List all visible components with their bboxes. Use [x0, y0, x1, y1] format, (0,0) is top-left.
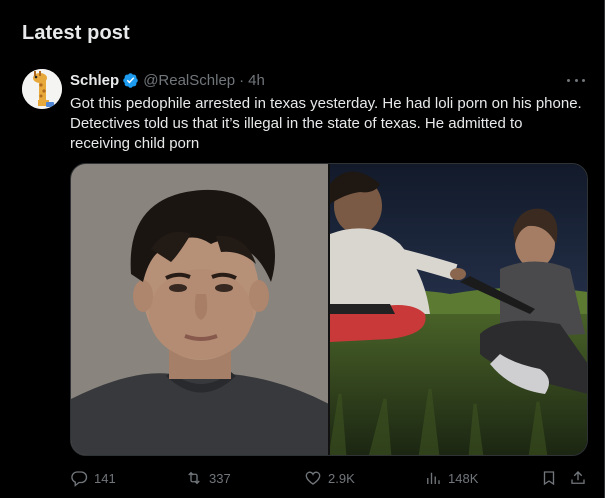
avatar[interactable] — [22, 69, 62, 109]
separator-dot: · — [239, 72, 245, 89]
avatar-giraffe-icon — [22, 69, 62, 109]
post-header: Schlep @RealSchlep · 4h — [70, 72, 265, 89]
section-title: Latest post — [22, 22, 130, 44]
reply-count: 141 — [94, 470, 116, 486]
mugshot-photo[interactable] — [71, 164, 328, 455]
more-options-icon[interactable] — [567, 72, 585, 88]
bookmark-button[interactable] — [540, 468, 558, 488]
post-text: Got this pedophile arrested in texas yes… — [70, 95, 582, 152]
share-icon — [571, 471, 585, 484]
bookmark-icon — [543, 471, 555, 486]
like-count: 2.9K — [328, 470, 355, 486]
post-actions: 141 337 2.9K 148K — [70, 468, 590, 488]
views-icon — [427, 472, 440, 484]
share-button[interactable] — [569, 468, 587, 488]
repost-count: 337 — [209, 470, 231, 486]
like-icon — [305, 471, 321, 485]
night-outdoor-photo[interactable] — [330, 164, 587, 455]
repost-icon — [188, 471, 200, 485]
author-display-name[interactable]: Schlep — [70, 72, 119, 89]
reply-button[interactable]: 141 — [70, 468, 116, 488]
repost-button[interactable]: 337 — [185, 468, 231, 488]
reply-icon — [71, 471, 88, 487]
views-button[interactable]: 148K — [424, 468, 478, 488]
views-count: 148K — [448, 470, 479, 486]
post-timestamp[interactable]: 4h — [248, 72, 265, 89]
like-button[interactable]: 2.9K — [304, 468, 355, 488]
verified-badge-icon[interactable] — [122, 72, 139, 89]
post-media[interactable] — [70, 163, 588, 456]
author-handle[interactable]: @RealSchlep — [143, 72, 235, 89]
